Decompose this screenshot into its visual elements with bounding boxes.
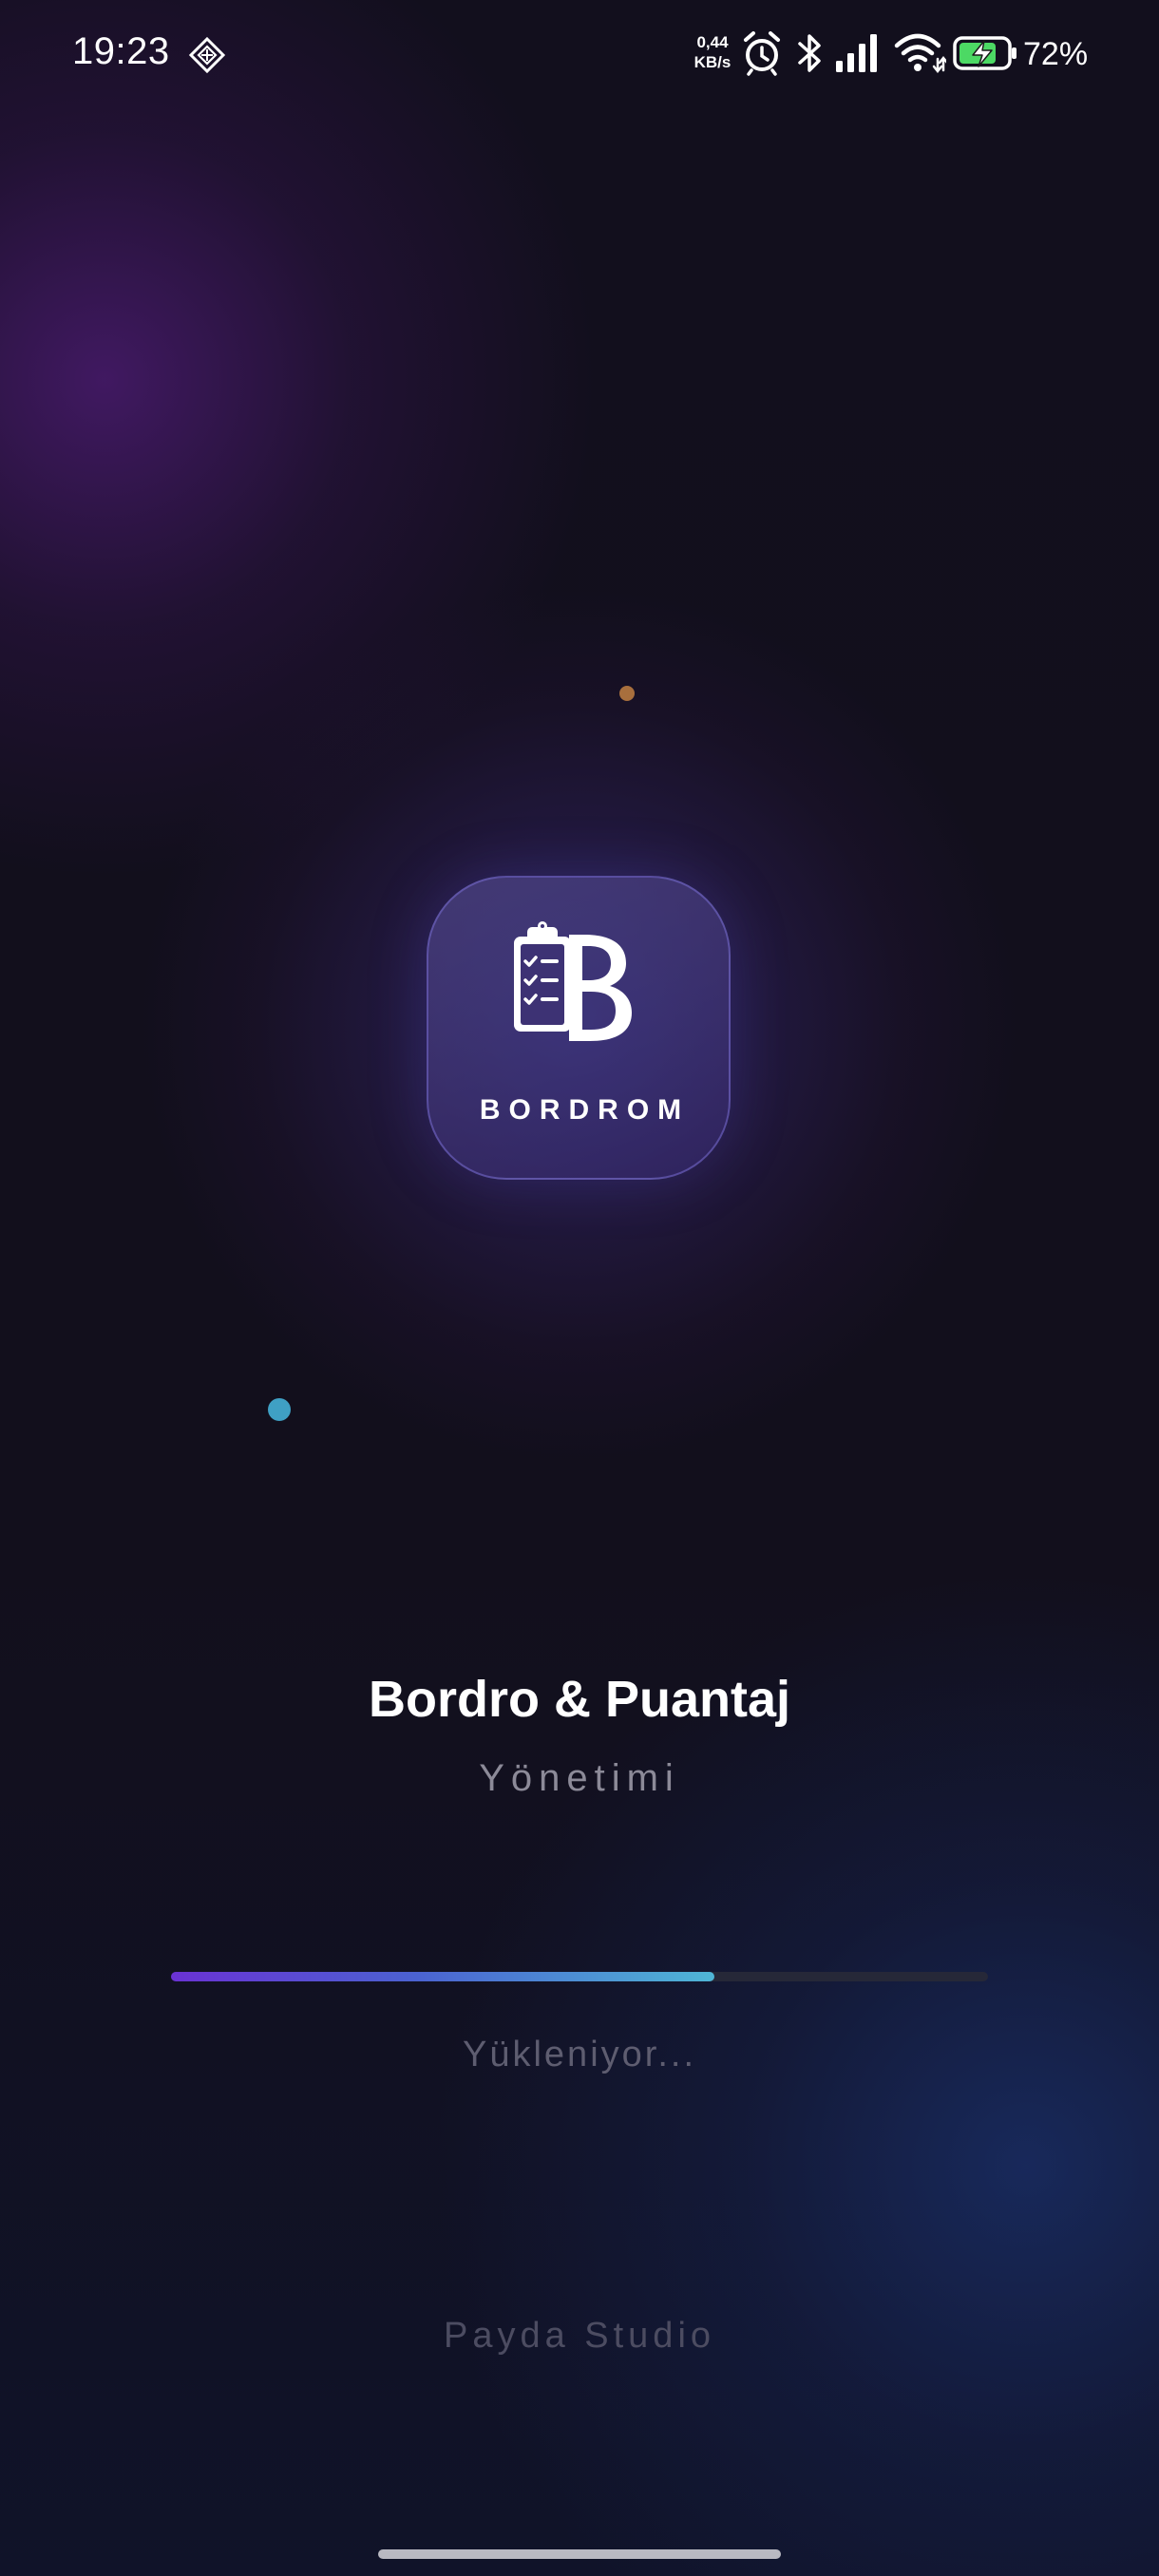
loading-progress-bar	[171, 1972, 988, 1981]
alarm-icon	[744, 31, 780, 76]
maps-diamond-icon	[188, 36, 226, 74]
signal-icon	[836, 34, 877, 72]
home-indicator[interactable]	[378, 2549, 781, 2559]
studio-credit: Payda Studio	[443, 2316, 716, 2356]
bluetooth-icon	[798, 34, 821, 72]
app-logo: BORDROM	[427, 876, 731, 1180]
decorative-dot-orange	[619, 686, 635, 701]
wifi-icon	[894, 33, 946, 74]
logo-wordmark: BORDROM	[479, 1094, 691, 1126]
app-subtitle: Yönetimi	[479, 1757, 680, 1799]
network-speed-value: 0,44	[696, 33, 729, 51]
loading-progress-fill	[171, 1972, 714, 1981]
status-bar: 19:23 0,44 KB/s 72%	[0, 0, 1159, 114]
network-speed-unit: KB/s	[694, 53, 732, 71]
battery-charging-icon	[953, 36, 1016, 70]
network-speed: 0,44 KB/s	[684, 32, 741, 72]
battery-percent: 72%	[1023, 36, 1089, 72]
background-gradient	[0, 0, 1159, 2576]
app-title: Bordro & Puantaj	[368, 1671, 791, 1728]
loading-label: Yükleniyor...	[463, 2035, 696, 2074]
status-time: 19:23	[72, 30, 170, 72]
clipboard-checklist-b-icon	[514, 921, 632, 1041]
decorative-dot-teal	[268, 1398, 291, 1421]
